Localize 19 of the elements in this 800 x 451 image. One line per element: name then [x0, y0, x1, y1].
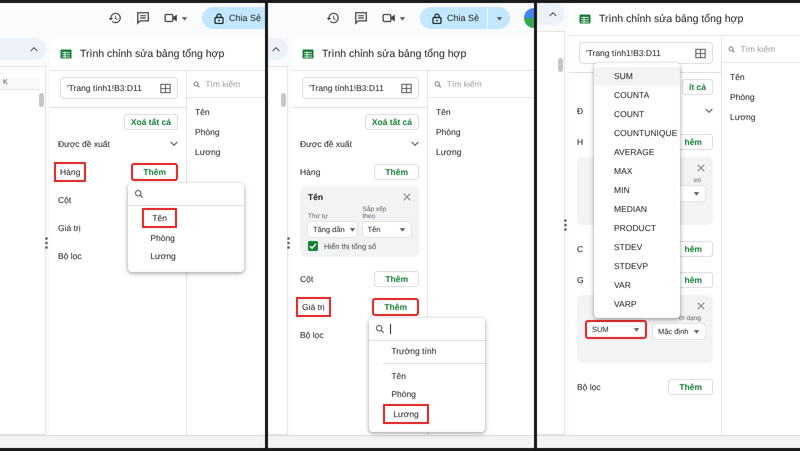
section-label: Hàng: [299, 166, 322, 179]
section-label: Bộ lọc: [299, 329, 325, 342]
section-label: Giá trị: [296, 297, 331, 317]
section-label: Bộ lọc: [576, 380, 602, 394]
section-label: Được đề xuất: [299, 138, 353, 151]
panel-title: Trình chỉnh sửa bảng tổng hợp: [80, 48, 224, 60]
panel-title: Trình chỉnh sửa bảng tổng hợp: [322, 48, 466, 60]
section-label: Đ: [576, 104, 584, 118]
panel-title: Trình chỉnh sửa bảng tổng hợp: [599, 13, 744, 25]
section-label: Bộ lọc: [57, 250, 83, 263]
section-label: Giá trị: [57, 222, 82, 235]
section-label: Cột: [299, 273, 314, 286]
section-label: C: [576, 242, 584, 256]
section-label: Hàng: [54, 162, 86, 182]
section-label: G: [576, 274, 585, 286]
card-title: Tên: [308, 192, 324, 202]
section-label: Được đề xuất: [57, 138, 111, 151]
section-label: Cột: [57, 194, 72, 207]
section-label: H: [576, 136, 584, 148]
